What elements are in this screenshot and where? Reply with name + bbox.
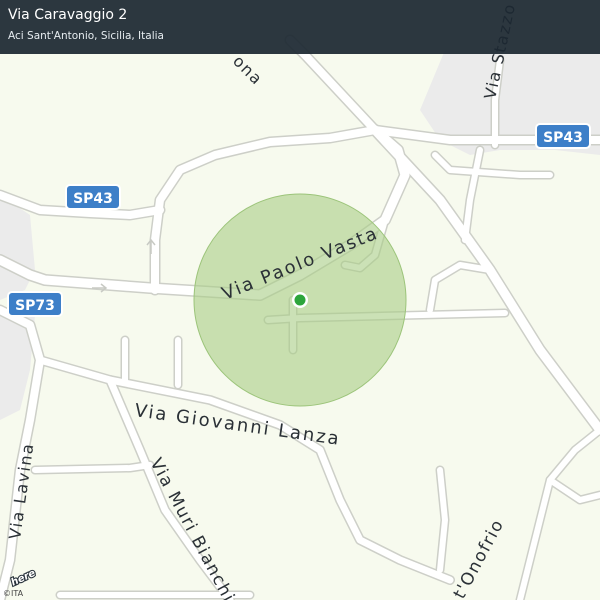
- location-dot[interactable]: [294, 294, 306, 306]
- svg-text:SP43: SP43: [73, 191, 113, 207]
- location-subtitle: Aci Sant'Antonio, Sicilia, Italia: [8, 30, 164, 42]
- location-header: Via Caravaggio 2 Aci Sant'Antonio, Sicil…: [0, 0, 600, 54]
- svg-text:SP43: SP43: [543, 130, 583, 146]
- road-shield-sp73: SP73: [7, 291, 63, 317]
- road-shield-sp43-east: SP43: [535, 123, 591, 149]
- road-shield-sp43-west: SP43: [65, 184, 121, 210]
- svg-text:SP73: SP73: [15, 298, 55, 314]
- copyright-text: ©ITA: [3, 589, 24, 598]
- location-title: Via Caravaggio 2: [8, 7, 128, 23]
- map-canvas[interactable]: SP43 SP43 SP73 Via Paolo Vasta Via Giova…: [0, 0, 600, 600]
